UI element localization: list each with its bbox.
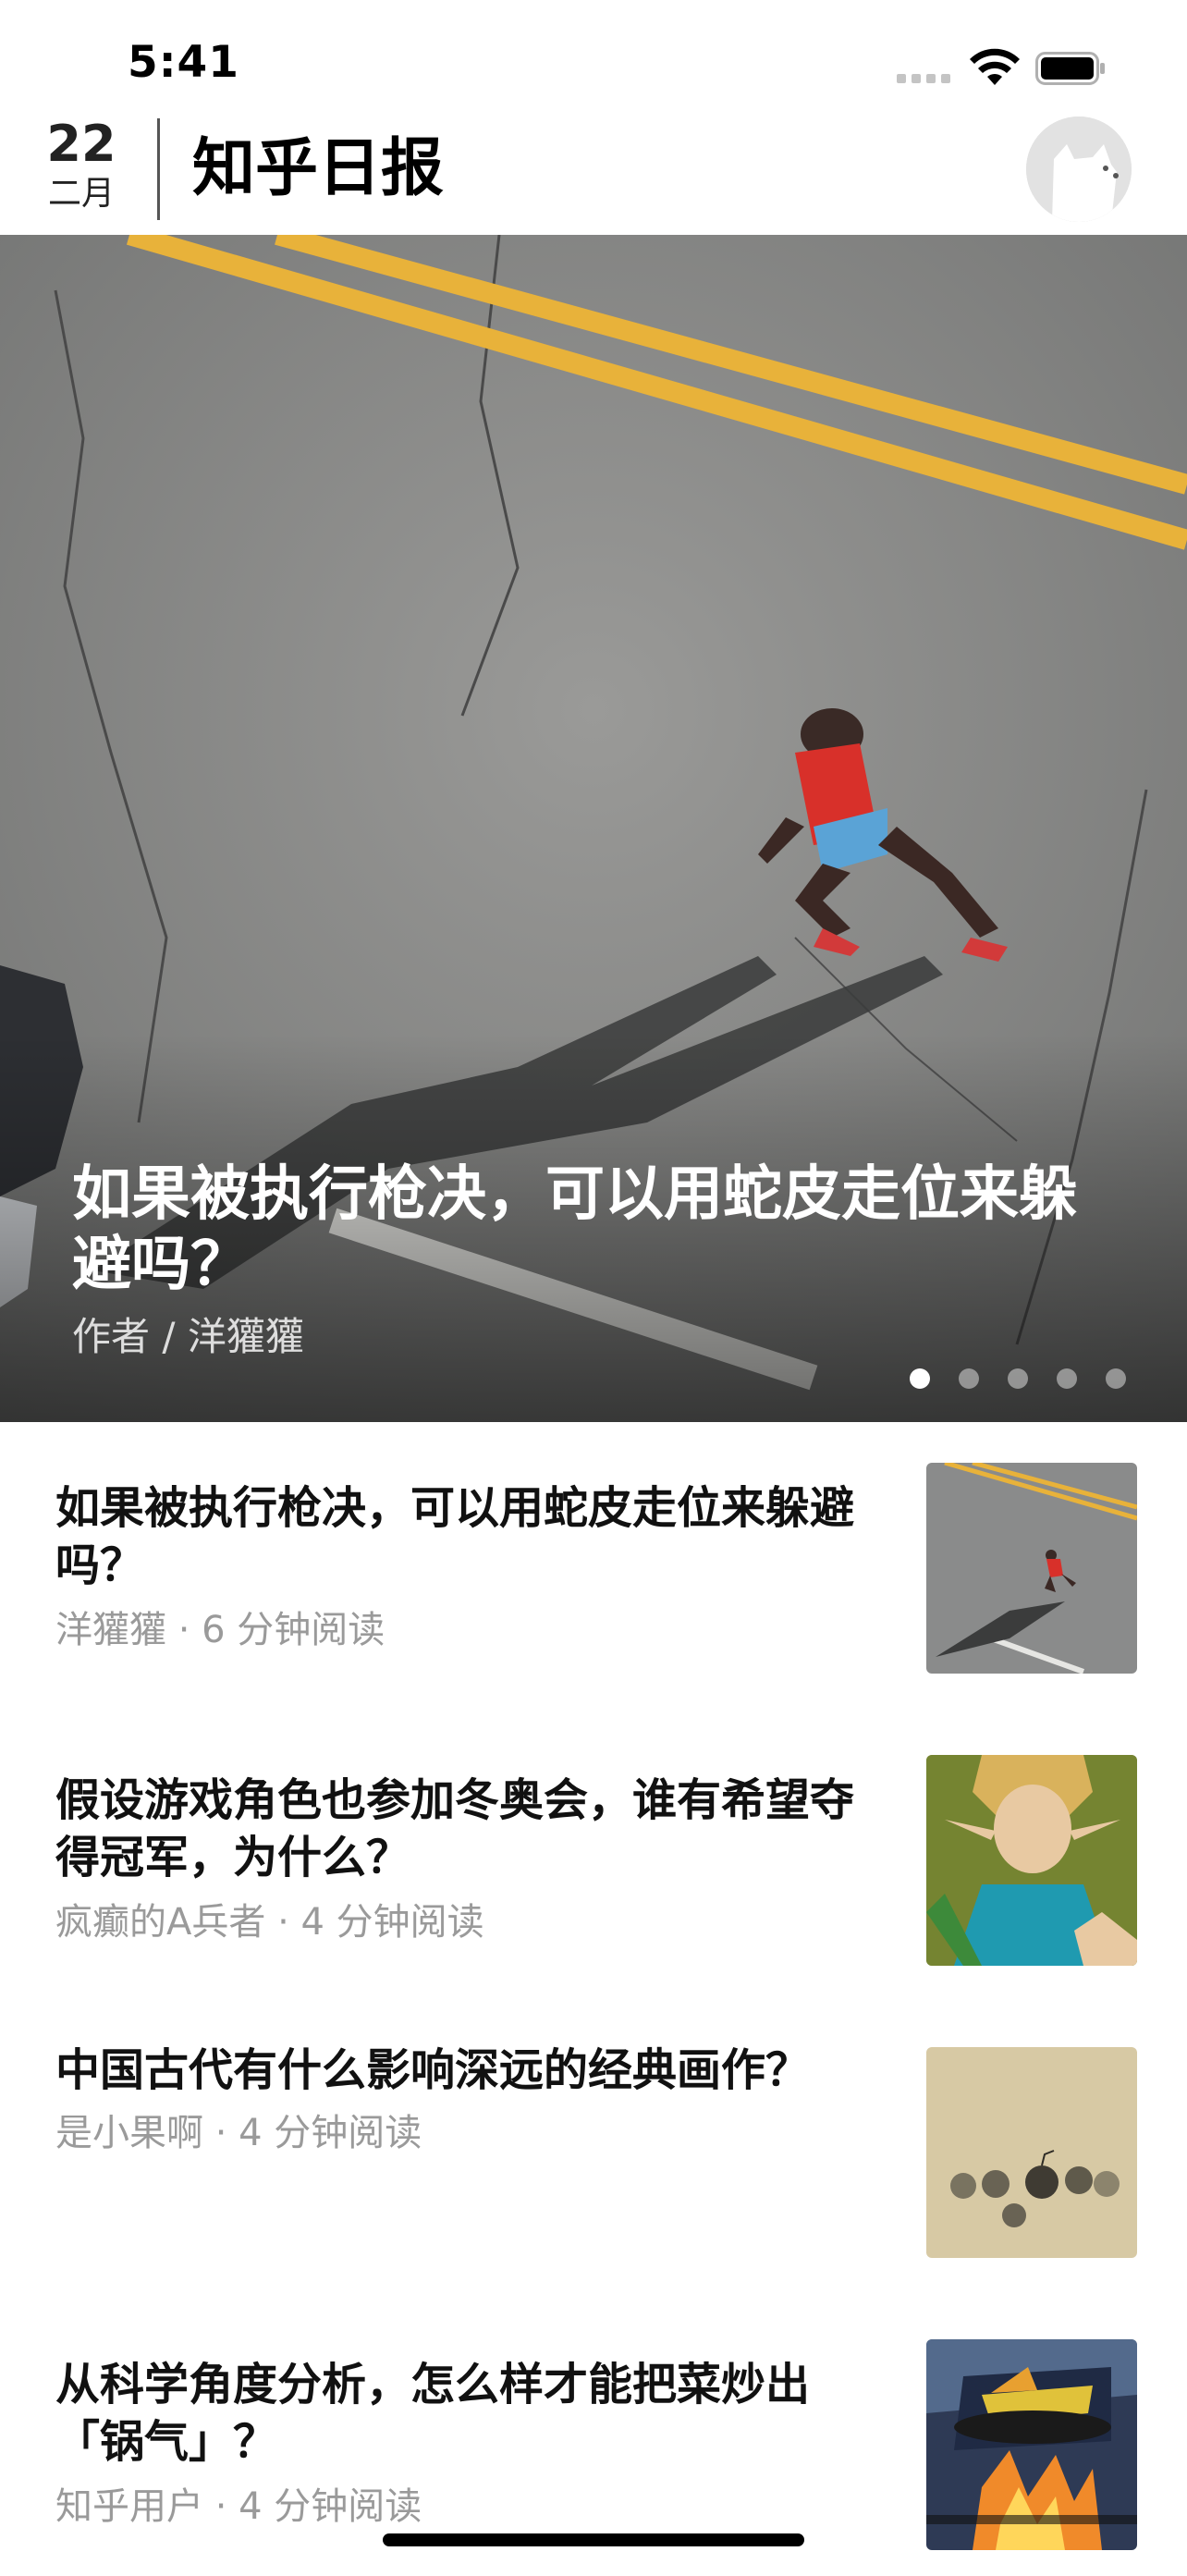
story-title: 中国古代有什么影响深远的经典画作？: [55, 2044, 811, 2096]
story-item[interactable]: 中国古代有什么影响深远的经典画作？ 是小果啊 · 4 分钟阅读: [0, 2006, 1187, 2284]
story-hint: 知乎用户 · 4 分钟阅读: [55, 2485, 422, 2528]
date-month: 二月: [47, 175, 115, 213]
header-bar: [0, 115, 1187, 235]
wok-cooking-thumbnail: [926, 2339, 1137, 2550]
app-title: 知乎日报: [192, 132, 445, 205]
running-road-thumbnail: [926, 1463, 1137, 1674]
hero-author: 作者 / 洋獾獾: [72, 1314, 304, 1359]
game-character-thumbnail: [926, 1755, 1137, 1966]
story-item[interactable]: 如果被执行枪决，可以用蛇皮走位来躲避吗？ 洋獾獾 · 6 分钟阅读: [0, 1422, 1187, 1699]
story-title: 从科学角度分析，怎么样才能把菜炒出「锅气」？: [55, 2359, 811, 2468]
fox-avatar-icon: [1026, 117, 1132, 222]
carousel-dot[interactable]: [1106, 1368, 1126, 1389]
story-hint: 是小果啊 · 4 分钟阅读: [55, 2112, 422, 2154]
carousel-dot[interactable]: [959, 1368, 979, 1389]
hero-title: 如果被执行枪决，可以用蛇皮走位来躲避吗？: [72, 1160, 1078, 1299]
story-hint: 洋獾獾 · 6 分钟阅读: [55, 1609, 385, 1651]
story-item[interactable]: 假设游戏角色也参加冬奥会，谁有希望夺得冠军，为什么？ 疯癫的A兵者 · 4 分钟…: [0, 1714, 1187, 1992]
carousel-dot[interactable]: [1008, 1368, 1028, 1389]
user-avatar[interactable]: [1026, 117, 1132, 222]
status-bar: 5:41: [0, 0, 1187, 115]
carousel-dots[interactable]: [910, 1368, 1150, 1391]
hero-banner[interactable]: 如果被执行枪决，可以用蛇皮走位来躲避吗？ 作者 / 洋獾獾: [0, 235, 1187, 1422]
ancient-painting-thumbnail: [926, 2047, 1137, 2258]
story-title: 假设游戏角色也参加冬奥会，谁有希望夺得冠军，为什么？: [55, 1774, 855, 1883]
story-hint: 疯癫的A兵者 · 4 分钟阅读: [55, 1901, 484, 1944]
story-title: 如果被执行枪决，可以用蛇皮走位来躲避吗？: [55, 1482, 855, 1591]
signal-icon: [897, 74, 952, 83]
wifi-icon: [970, 48, 1020, 85]
carousel-dot[interactable]: [910, 1368, 930, 1389]
battery-icon: [1035, 52, 1105, 85]
status-time: 5:41: [128, 37, 239, 88]
home-indicator: [383, 2533, 804, 2546]
carousel-dot[interactable]: [1057, 1368, 1077, 1389]
date-day: 22: [46, 115, 116, 173]
header-divider: [157, 118, 160, 220]
